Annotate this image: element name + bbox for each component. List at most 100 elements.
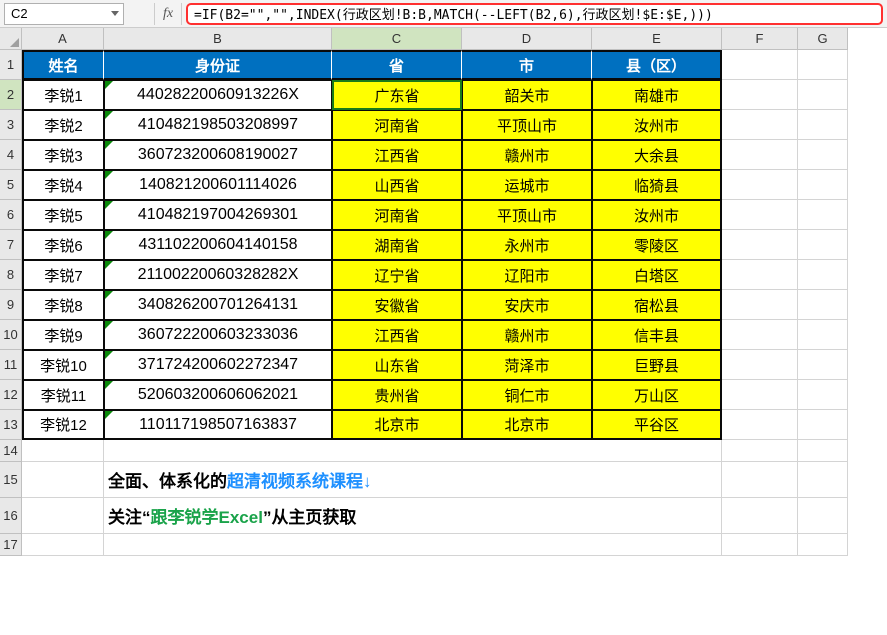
promo-text-2[interactable]: 关注“跟李锐学Excel”从主页获取 (104, 498, 722, 534)
row-head-8[interactable]: 8 (0, 260, 22, 290)
row-head-7[interactable]: 7 (0, 230, 22, 260)
city-cell[interactable]: 安庆市 (462, 290, 592, 320)
empty-cell[interactable] (722, 534, 798, 556)
province-cell[interactable]: 山东省 (332, 350, 462, 380)
empty-cell[interactable] (798, 170, 848, 200)
cells-area[interactable]: 姓名身份证省市县（区）李锐144028220060913226X广东省韶关市南雄… (22, 50, 848, 556)
empty-cell[interactable] (798, 380, 848, 410)
city-cell[interactable]: 铜仁市 (462, 380, 592, 410)
table-header[interactable]: 姓名 (22, 50, 104, 80)
id-cell[interactable]: 410482198503208997 (104, 110, 332, 140)
city-cell[interactable]: 永州市 (462, 230, 592, 260)
province-cell[interactable]: 江西省 (332, 140, 462, 170)
province-cell[interactable]: 江西省 (332, 320, 462, 350)
empty-cell[interactable] (798, 290, 848, 320)
empty-cell[interactable] (798, 260, 848, 290)
empty-cell[interactable] (722, 290, 798, 320)
empty-cell[interactable] (798, 50, 848, 80)
empty-cell[interactable] (798, 498, 848, 534)
district-cell[interactable]: 汝州市 (592, 110, 722, 140)
row-head-2[interactable]: 2 (0, 80, 22, 110)
district-cell[interactable]: 白塔区 (592, 260, 722, 290)
city-cell[interactable]: 运城市 (462, 170, 592, 200)
empty-cell[interactable] (104, 440, 722, 462)
province-cell[interactable]: 河南省 (332, 110, 462, 140)
empty-cell[interactable] (722, 380, 798, 410)
district-cell[interactable]: 宿松县 (592, 290, 722, 320)
row-head-13[interactable]: 13 (0, 410, 22, 440)
col-head-A[interactable]: A (22, 28, 104, 50)
name-cell[interactable]: 李锐11 (22, 380, 104, 410)
empty-cell[interactable] (722, 462, 798, 498)
province-cell[interactable]: 辽宁省 (332, 260, 462, 290)
city-cell[interactable]: 赣州市 (462, 140, 592, 170)
empty-cell[interactable] (22, 498, 104, 534)
district-cell[interactable]: 南雄市 (592, 80, 722, 110)
district-cell[interactable]: 信丰县 (592, 320, 722, 350)
empty-cell[interactable] (798, 80, 848, 110)
table-header[interactable]: 身份证 (104, 50, 332, 80)
name-box[interactable]: C2 (4, 3, 124, 25)
empty-cell[interactable] (722, 230, 798, 260)
empty-cell[interactable] (798, 410, 848, 440)
table-header[interactable]: 省 (332, 50, 462, 80)
province-cell[interactable]: 北京市 (332, 410, 462, 440)
empty-cell[interactable] (22, 462, 104, 498)
table-header[interactable]: 市 (462, 50, 592, 80)
empty-cell[interactable] (22, 534, 104, 556)
insert-function-button[interactable]: fx (154, 3, 182, 25)
name-cell[interactable]: 李锐3 (22, 140, 104, 170)
row-head-4[interactable]: 4 (0, 140, 22, 170)
row-head-3[interactable]: 3 (0, 110, 22, 140)
city-cell[interactable]: 北京市 (462, 410, 592, 440)
city-cell[interactable]: 辽阳市 (462, 260, 592, 290)
id-cell[interactable]: 431102200604140158 (104, 230, 332, 260)
name-cell[interactable]: 李锐12 (22, 410, 104, 440)
province-cell[interactable]: 安徽省 (332, 290, 462, 320)
empty-cell[interactable] (798, 462, 848, 498)
id-cell[interactable]: 520603200606062021 (104, 380, 332, 410)
empty-cell[interactable] (798, 140, 848, 170)
col-head-B[interactable]: B (104, 28, 332, 50)
empty-cell[interactable] (798, 320, 848, 350)
empty-cell[interactable] (798, 110, 848, 140)
id-cell[interactable]: 410482197004269301 (104, 200, 332, 230)
province-cell[interactable]: 河南省 (332, 200, 462, 230)
row-head-12[interactable]: 12 (0, 380, 22, 410)
col-head-C[interactable]: C (332, 28, 462, 50)
id-cell[interactable]: 340826200701264131 (104, 290, 332, 320)
empty-cell[interactable] (104, 534, 722, 556)
name-cell[interactable]: 李锐5 (22, 200, 104, 230)
id-cell[interactable]: 360723200608190027 (104, 140, 332, 170)
empty-cell[interactable] (722, 140, 798, 170)
empty-cell[interactable] (722, 50, 798, 80)
row-head-16[interactable]: 16 (0, 498, 22, 534)
district-cell[interactable]: 大余县 (592, 140, 722, 170)
city-cell[interactable]: 平顶山市 (462, 110, 592, 140)
formula-input[interactable]: =IF(B2="","",INDEX(行政区划!B:B,MATCH(--LEFT… (186, 3, 883, 25)
row-head-17[interactable]: 17 (0, 534, 22, 556)
name-cell[interactable]: 李锐1 (22, 80, 104, 110)
col-head-F[interactable]: F (722, 28, 798, 50)
empty-cell[interactable] (722, 170, 798, 200)
empty-cell[interactable] (722, 410, 798, 440)
empty-cell[interactable] (798, 534, 848, 556)
empty-cell[interactable] (722, 498, 798, 534)
id-cell[interactable]: 110117198507163837 (104, 410, 332, 440)
id-cell[interactable]: 371724200602272347 (104, 350, 332, 380)
row-head-6[interactable]: 6 (0, 200, 22, 230)
row-head-10[interactable]: 10 (0, 320, 22, 350)
row-head-5[interactable]: 5 (0, 170, 22, 200)
empty-cell[interactable] (798, 230, 848, 260)
col-head-D[interactable]: D (462, 28, 592, 50)
empty-cell[interactable] (722, 320, 798, 350)
name-box-dropdown-icon[interactable] (109, 8, 121, 20)
col-head-G[interactable]: G (798, 28, 848, 50)
empty-cell[interactable] (722, 200, 798, 230)
row-head-15[interactable]: 15 (0, 462, 22, 498)
district-cell[interactable]: 巨野县 (592, 350, 722, 380)
district-cell[interactable]: 临猗县 (592, 170, 722, 200)
district-cell[interactable]: 万山区 (592, 380, 722, 410)
city-cell[interactable]: 赣州市 (462, 320, 592, 350)
province-cell[interactable]: 贵州省 (332, 380, 462, 410)
